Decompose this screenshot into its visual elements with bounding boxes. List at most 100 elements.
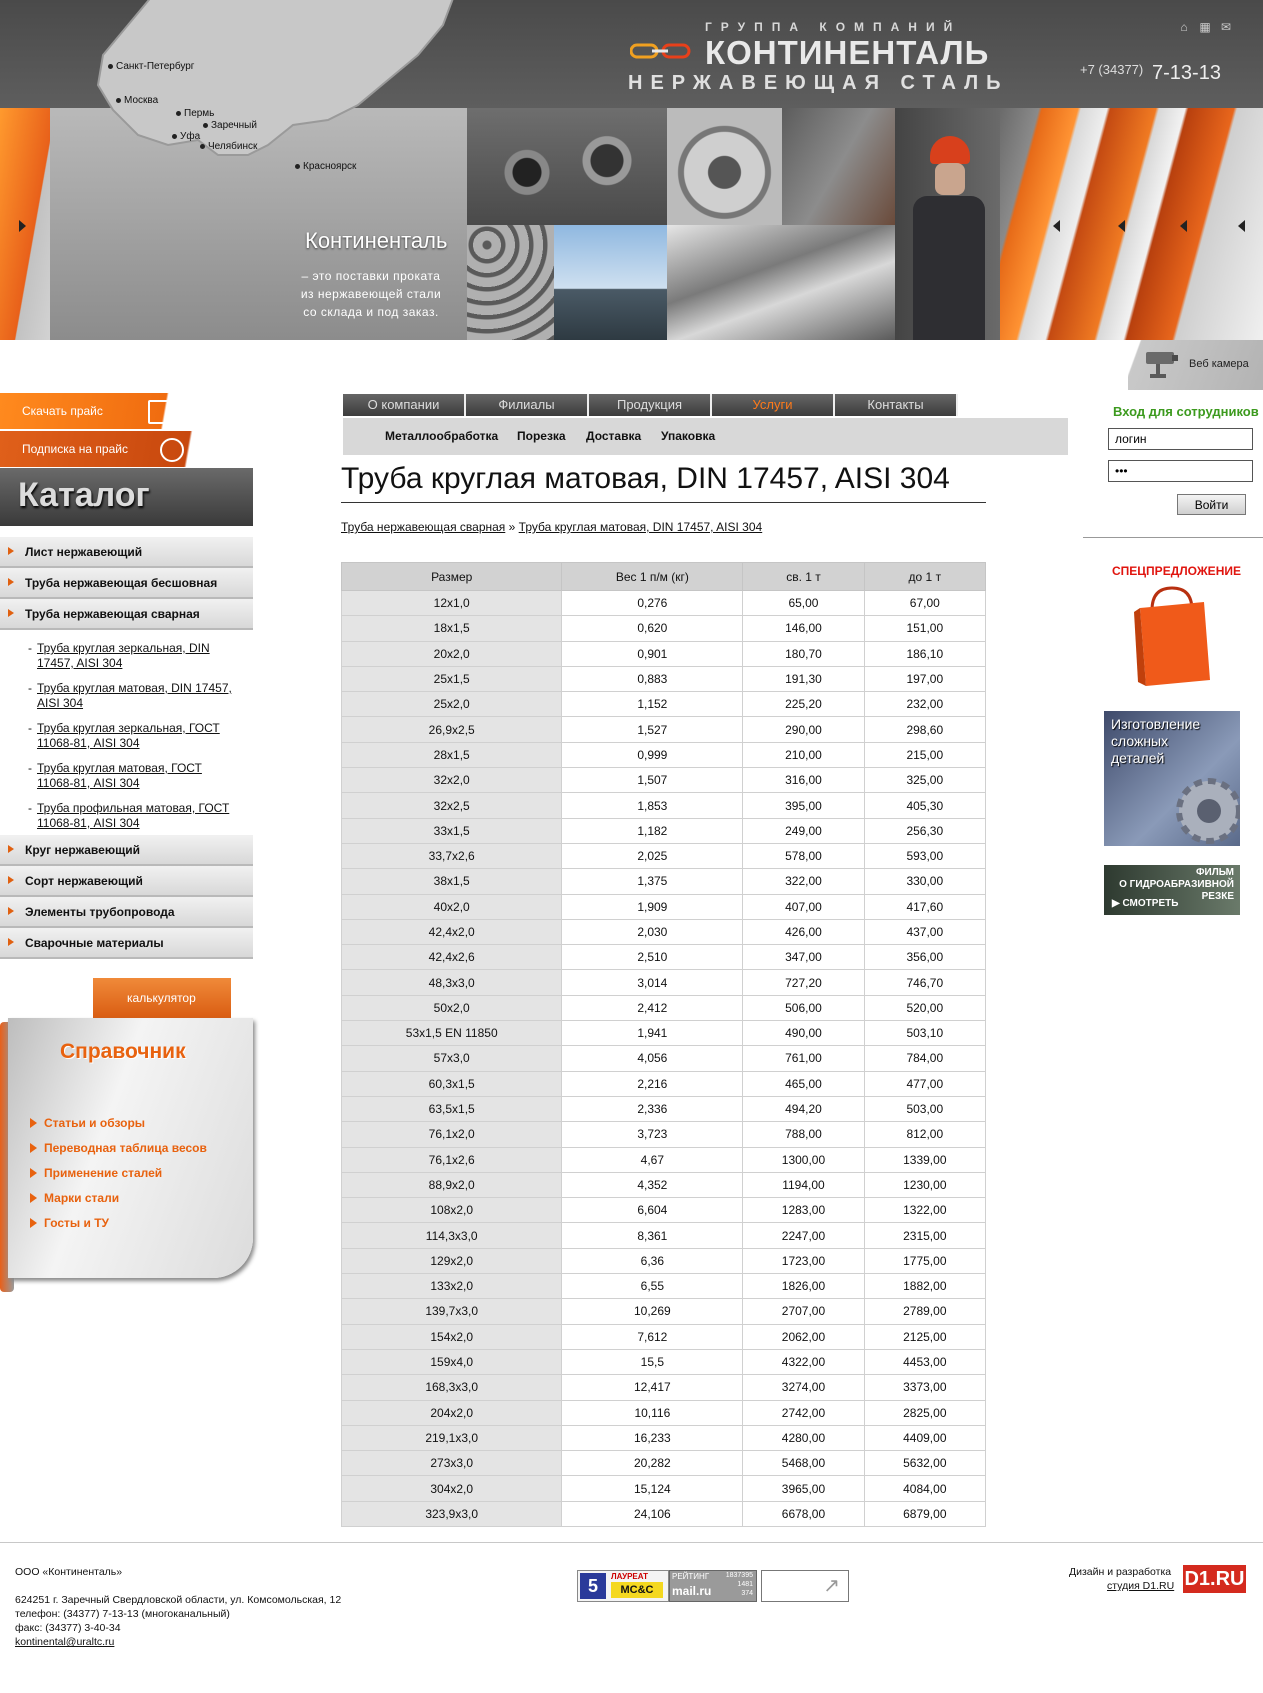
d1-logo[interactable]: D1.RU — [1183, 1565, 1246, 1593]
tab-services[interactable]: Услуги — [712, 394, 835, 416]
password-input[interactable] — [1108, 460, 1253, 482]
hero-next-arrow-icon[interactable] — [1053, 220, 1060, 232]
table-row: 33,7x2,6 2,025 578,00 593,00 — [340, 842, 987, 870]
city-krasnoyarsk: Красноярск — [295, 161, 356, 172]
reference-item[interactable]: Применение сталей — [30, 1166, 162, 1180]
table-cell: 1882,00 — [863, 1273, 987, 1300]
table-cell: 347,00 — [742, 944, 865, 971]
table-row: 114,3x3,0 8,361 2247,00 2315,00 — [340, 1222, 987, 1249]
banner-film-button[interactable]: ▶ СМОТРЕТЬ — [1112, 898, 1178, 909]
hero-arrow-2-icon[interactable] — [1118, 220, 1125, 232]
reference-item[interactable]: Госты и ТУ — [30, 1216, 109, 1230]
reference-item-label[interactable]: Переводная таблица весов — [44, 1141, 207, 1155]
hero-title: Континенталь — [305, 228, 448, 253]
table-cell: 10,269 — [561, 1298, 744, 1325]
table-cell: 4453,00 — [863, 1348, 987, 1376]
download-price-button[interactable]: Скачать прайс — [0, 393, 190, 429]
reference-item-label[interactable]: Марки стали — [44, 1191, 119, 1205]
arrow-right-icon — [8, 845, 14, 853]
table-cell: 16,233 — [561, 1424, 744, 1452]
laureate-badge[interactable]: 5 ЛАУРЕАТ МС&С — [577, 1570, 669, 1602]
table-cell: 33,7x2,6 — [340, 842, 563, 870]
table-cell: 437,00 — [863, 918, 987, 946]
reference-item-label[interactable]: Статьи и обзоры — [44, 1116, 145, 1130]
reference-item[interactable]: Статьи и обзоры — [30, 1116, 145, 1130]
catalog-item-welding[interactable]: Сварочные материалы — [0, 928, 253, 959]
subcatalog-link[interactable]: Труба круглая матовая, ГОСТ 11068-81, AI… — [37, 761, 237, 791]
breadcrumb-link[interactable]: Труба нержавеющая сварная — [341, 520, 505, 534]
catalog-item-sort[interactable]: Сорт нержавеющий — [0, 866, 253, 897]
table-cell: 2,025 — [561, 842, 744, 870]
arrow-right-icon — [30, 1168, 37, 1178]
reference-item[interactable]: Марки стали — [30, 1191, 119, 1205]
table-row: 28x1,5 0,999 210,00 215,00 — [340, 741, 987, 769]
logo-mark-icon[interactable] — [630, 42, 692, 60]
table-cell: 33x1,5 — [340, 817, 563, 844]
shopping-bag-icon[interactable] — [1130, 580, 1214, 690]
table-cell: 407,00 — [742, 893, 865, 920]
table-cell: 65,00 — [742, 589, 865, 617]
table-cell: 356,00 — [863, 944, 987, 971]
hero-arrow-4-icon[interactable] — [1238, 220, 1245, 232]
table-cell: 1283,00 — [742, 1197, 865, 1224]
table-row: 18x1,5 0,620 146,00 151,00 — [340, 615, 987, 642]
subscribe-price-button[interactable]: Подписка на прайс — [0, 431, 210, 467]
login-input[interactable] — [1108, 428, 1253, 450]
arrow-right-icon — [8, 876, 14, 884]
catalog-item-pipeline[interactable]: Элементы трубопровода — [0, 897, 253, 928]
tab-branches[interactable]: Филиалы — [466, 394, 589, 416]
table-cell: 0,620 — [561, 615, 744, 642]
subnav-cutting[interactable]: Порезка — [517, 429, 566, 443]
subscribe-icon — [160, 438, 184, 462]
catalog-title: Каталог — [18, 476, 150, 514]
subcatalog-link[interactable]: Труба круглая матовая, DIN 17457, AISI 3… — [37, 681, 237, 711]
banner-waterjet-film[interactable]: ФИЛЬМ О ГИДРОАБРАЗИВНОЙ РЕЗКЕ ▶ СМОТРЕТЬ — [1104, 865, 1240, 915]
home-icon[interactable]: ⌂ — [1177, 20, 1191, 34]
table-cell: 1300,00 — [742, 1146, 865, 1173]
webcam-label[interactable]: Веб камера — [1189, 358, 1249, 370]
catalog-item-seamless[interactable]: Труба нержавеющая бесшовная — [0, 568, 253, 599]
breadcrumb-link[interactable]: Труба круглая матовая, DIN 17457, AISI 3… — [519, 520, 763, 534]
third-counter[interactable]: ↗ — [761, 1570, 849, 1602]
reference-item[interactable]: Переводная таблица весов — [30, 1141, 207, 1155]
table-cell: 494,20 — [742, 1095, 865, 1123]
table-cell: 215,00 — [863, 741, 987, 769]
reference-item-label[interactable]: Применение сталей — [44, 1166, 162, 1180]
developer-link[interactable]: студия D1.RU — [1107, 1580, 1174, 1592]
subnav-delivery[interactable]: Доставка — [586, 429, 641, 443]
login-button[interactable]: Войти — [1177, 494, 1246, 515]
hero-prev-arrow-icon[interactable] — [19, 220, 26, 232]
sitemap-icon[interactable]: ▦ — [1198, 20, 1212, 34]
subnav-packing[interactable]: Упаковка — [661, 429, 715, 443]
subcatalog-link[interactable]: Труба профильная матовая, ГОСТ 11068-81,… — [37, 801, 237, 831]
reference-item-label[interactable]: Госты и ТУ — [44, 1216, 109, 1230]
table-cell: 3274,00 — [742, 1374, 865, 1401]
arrow-right-icon — [30, 1118, 37, 1128]
mail-icon[interactable]: ✉ — [1219, 20, 1233, 34]
table-row: 48,3x3,0 3,014 727,20 746,70 — [340, 969, 987, 996]
photo-flange — [667, 108, 782, 225]
catalog-header: Каталог — [0, 468, 253, 526]
catalog-item-label: Труба нержавеющая бесшовная — [25, 576, 218, 590]
tab-contacts[interactable]: Контакты — [835, 394, 958, 416]
table-cell: 727,20 — [742, 969, 865, 996]
mailru-counter[interactable]: РЕЙТИНГ mail.ru 1837395 1481 374 — [669, 1570, 757, 1602]
table-cell: 1339,00 — [863, 1146, 987, 1173]
subnav-metalworking[interactable]: Металлообработка — [385, 429, 498, 443]
catalog-item-welded[interactable]: Труба нержавеющая сварная — [0, 599, 253, 630]
subcatalog-link[interactable]: Труба круглая зеркальная, ГОСТ 11068-81,… — [37, 721, 237, 751]
table-row: 50x2,0 2,412 506,00 520,00 — [340, 994, 987, 1022]
tab-products[interactable]: Продукция — [589, 394, 712, 416]
arrow-right-icon — [8, 547, 14, 555]
subcatalog-link[interactable]: Труба круглая зеркальная, DIN 17457, AIS… — [37, 641, 237, 671]
catalog-item-sheet[interactable]: Лист нержавеющий — [0, 537, 253, 568]
table-row: 323,9x3,0 24,106 6678,00 6879,00 — [340, 1500, 987, 1527]
table-cell: 1,909 — [561, 893, 744, 920]
banner-complex-parts[interactable]: Изготовление сложных деталей — [1104, 711, 1240, 846]
special-offer-title[interactable]: СПЕЦПРЕДЛОЖЕНИЕ — [1112, 564, 1241, 578]
catalog-item-round[interactable]: Круг нержавеющий — [0, 835, 253, 866]
footer-email-link[interactable]: kontinental@uraltc.ru — [15, 1636, 114, 1648]
tab-about[interactable]: О компании — [343, 394, 466, 416]
logo-name[interactable]: КОНТИНЕНТАЛЬ — [705, 34, 989, 72]
hero-arrow-3-icon[interactable] — [1180, 220, 1187, 232]
